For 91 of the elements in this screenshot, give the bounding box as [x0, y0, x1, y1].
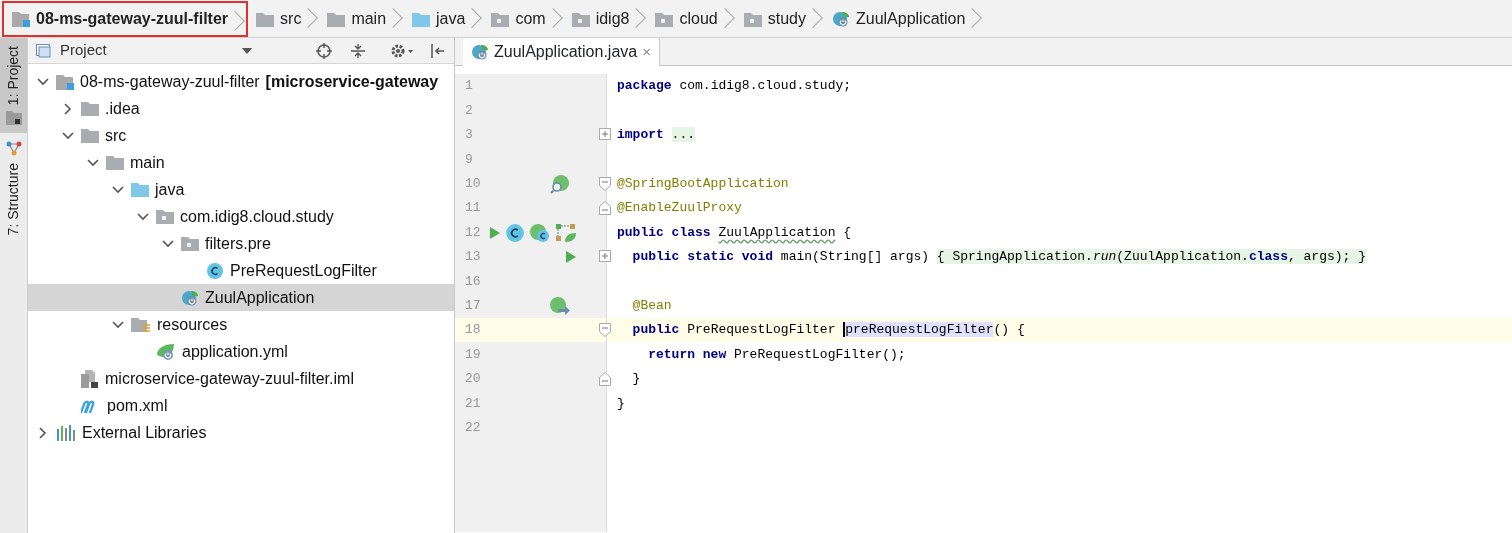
tree-item[interactable]: PreRequestLogFilter	[28, 257, 454, 284]
leaf-icon	[156, 342, 176, 361]
tree-item[interactable]: ZuulApplication	[28, 284, 454, 311]
breadcrumb-item[interactable]: src	[248, 0, 320, 38]
tree-item[interactable]: com.idig8.cloud.study	[28, 203, 454, 230]
package-icon	[156, 209, 174, 224]
fold-expand-icon[interactable]	[599, 249, 611, 262]
package-icon	[571, 11, 590, 27]
tree-item[interactable]: src	[28, 122, 454, 149]
folder-icon	[81, 128, 99, 143]
tool-window-tab[interactable]: 1: Project	[0, 38, 27, 134]
folder-icon	[5, 111, 22, 126]
tree-item[interactable]: pom.xml	[28, 392, 454, 419]
line-number: 3	[464, 126, 474, 145]
file-icon	[81, 369, 99, 388]
settings-icon[interactable]	[390, 42, 414, 59]
breadcrumb-item[interactable]: com	[483, 0, 564, 38]
folder-icon	[131, 316, 151, 333]
package-icon	[181, 236, 199, 251]
folder-icon	[256, 11, 275, 27]
line-number: 22	[464, 418, 482, 437]
tree-item[interactable]: 08-ms-gateway-zuul-filter [microservice-gateway	[28, 68, 454, 95]
pin-left-icon[interactable]	[430, 42, 446, 59]
tree-item[interactable]: application.yml	[28, 338, 454, 365]
bean-icon[interactable]	[549, 295, 571, 316]
code-line: return new PreRequestLogFilter();	[647, 345, 906, 364]
close-button[interactable]: ×	[642, 40, 651, 64]
line-number: 16	[464, 272, 482, 291]
breadcrumb-item[interactable]: java	[404, 0, 484, 38]
line-number: 2	[464, 101, 474, 120]
code-line: package com.idig8.cloud.study;	[617, 77, 852, 96]
folder-icon	[81, 101, 99, 116]
class-icon[interactable]	[505, 222, 525, 243]
module-icon	[12, 11, 30, 27]
crosshair-icon[interactable]	[316, 42, 332, 59]
line-number: 13	[464, 248, 482, 267]
module-icon	[56, 73, 74, 90]
line-number: 20	[464, 370, 482, 389]
tool-window-tab[interactable]: 7: Structure	[0, 133, 27, 244]
code-line: public PreRequestLogFilter preRequestLogFilter() {	[631, 321, 1025, 340]
tree-item[interactable]: .idea	[28, 95, 454, 122]
code-line: public class ZuulApplication {	[617, 223, 852, 242]
line-number: 19	[464, 345, 482, 364]
dropdown-caret-icon[interactable]	[242, 47, 252, 54]
breadcrumb-item[interactable]: 08-ms-gateway-zuul-filter	[2, 1, 249, 37]
folder-icon	[327, 11, 346, 27]
bean-icon[interactable]	[529, 222, 551, 243]
breadcrumb-item[interactable]: cloud	[647, 0, 736, 38]
tree-item[interactable]: External Libraries	[28, 419, 454, 446]
panel-icon	[36, 43, 52, 58]
line-number: 12	[464, 223, 482, 242]
breadcrumb-item[interactable]: main	[319, 0, 405, 38]
tree-item[interactable]: filters.pre	[28, 230, 454, 257]
code-line: @Bean	[631, 296, 672, 315]
code-line: @EnableZuulProxy	[617, 199, 742, 218]
class-icon	[206, 261, 224, 280]
editor-tab[interactable]: ZuulApplication.java ×	[463, 38, 660, 66]
fold-expand-icon[interactable]	[599, 127, 611, 140]
spring-app-icon	[831, 10, 850, 28]
tree-item[interactable]: microservice-gateway-zuul-filter.iml	[28, 365, 454, 392]
folder-icon	[131, 182, 149, 197]
package-icon	[655, 11, 674, 27]
folder-icon	[106, 155, 124, 170]
code-line: }	[631, 370, 641, 389]
bean-icon[interactable]	[549, 173, 571, 194]
line-number: 21	[464, 394, 482, 413]
package-icon	[743, 11, 762, 27]
tree-item[interactable]: java	[28, 176, 454, 203]
line-number: 18	[464, 321, 482, 340]
tree-item[interactable]: main	[28, 149, 454, 176]
folder-icon	[412, 11, 431, 27]
line-number: 1	[464, 77, 474, 96]
structure-icon	[5, 141, 22, 158]
breadcrumb-item[interactable]: ZuulApplication	[823, 0, 984, 38]
line-number: 17	[464, 296, 482, 315]
code-line: import ...	[617, 126, 695, 145]
spring-app-icon	[181, 288, 199, 307]
breadcrumb-item[interactable]: study	[735, 0, 824, 38]
library-icon	[56, 424, 76, 441]
breadcrumb-item[interactable]: idig8	[563, 0, 648, 38]
line-number: 10	[464, 175, 482, 193]
line-number: 11	[464, 199, 482, 218]
line-number: 9	[464, 150, 474, 169]
package-icon	[491, 11, 510, 27]
code-line: }	[617, 394, 625, 413]
tree-item[interactable]: resources	[28, 311, 454, 338]
code-line: @SpringBootApplication	[617, 175, 789, 193]
collapse-icon[interactable]	[350, 42, 366, 59]
spring-app-icon	[471, 43, 489, 61]
code-line: public static void main(String[] args) { SpringApplication.run(ZuulApplication.class, args); }	[631, 248, 1366, 267]
panel-title: Project	[60, 40, 108, 61]
